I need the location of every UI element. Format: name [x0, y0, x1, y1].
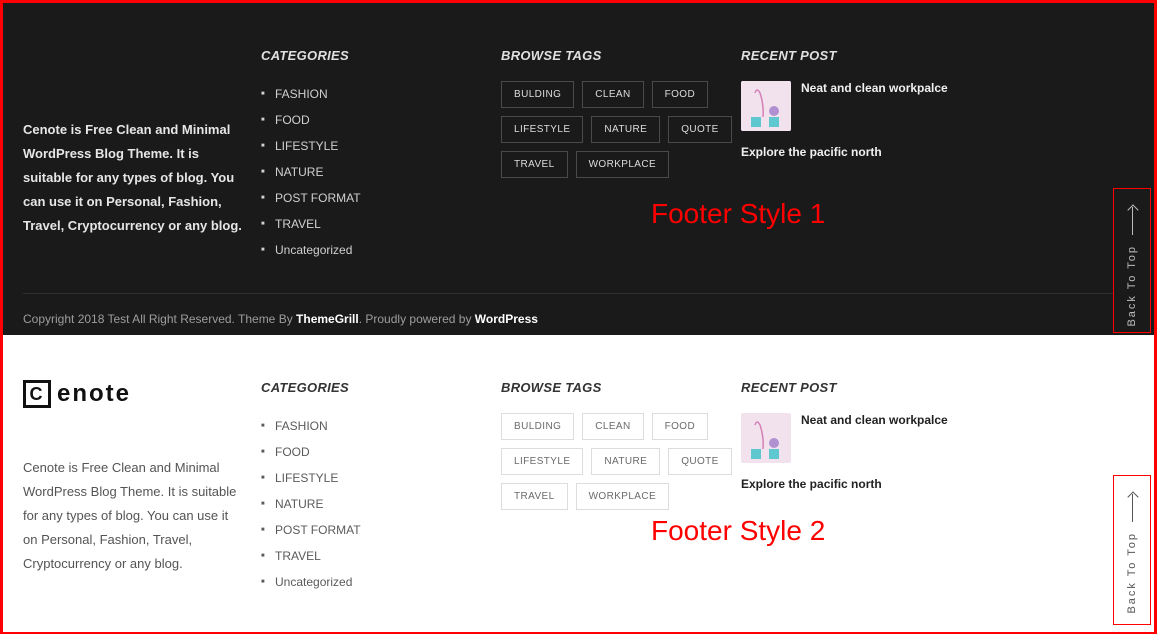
categories-list: FASHION FOOD LIFESTYLE NATURE POST FORMA… — [261, 413, 501, 595]
tag-item[interactable]: QUOTE — [668, 116, 732, 143]
footer-dark: Cenote is Free Clean and Minimal WordPre… — [3, 3, 1154, 335]
tags-heading: BROWSE TAGS — [501, 48, 741, 63]
annotation-label: Footer Style 2 — [651, 515, 825, 547]
copyright-part: Copyright 2018 Test All Right Reserved. … — [23, 312, 296, 326]
tag-cloud: BULDING CLEAN FOOD LIFESTYLE NATURE QUOT… — [501, 413, 741, 510]
back-to-top-button[interactable]: Back To Top — [1113, 475, 1151, 625]
recent-post-column: RECENT POST Neat and clean workpalce Exp… — [741, 380, 1016, 595]
tag-item[interactable]: FOOD — [652, 413, 709, 440]
category-item[interactable]: LIFESTYLE — [275, 465, 501, 491]
arrow-up-icon — [1132, 207, 1133, 235]
tag-item[interactable]: QUOTE — [668, 448, 732, 475]
category-item[interactable]: TRAVEL — [275, 211, 501, 237]
back-to-top-label: Back To Top — [1126, 532, 1138, 614]
categories-column: CATEGORIES FASHION FOOD LIFESTYLE NATURE… — [261, 380, 501, 595]
categories-column: CATEGORIES FASHION FOOD LIFESTYLE NATURE… — [261, 48, 501, 263]
tag-cloud: BULDING CLEAN FOOD LIFESTYLE NATURE QUOT… — [501, 81, 741, 178]
about-text: Cenote is Free Clean and Minimal WordPre… — [23, 456, 243, 576]
copyright-part: . Proudly powered by — [359, 312, 475, 326]
tag-item[interactable]: TRAVEL — [501, 483, 568, 510]
about-text: Cenote is Free Clean and Minimal WordPre… — [23, 118, 243, 238]
post-title: Neat and clean workpalce — [801, 81, 948, 95]
recent-post-heading: RECENT POST — [741, 48, 1016, 63]
about-column: Cenote Cenote is Free Clean and Minimal … — [23, 380, 261, 595]
copyright-link[interactable]: WordPress — [475, 312, 538, 326]
category-item[interactable]: FOOD — [275, 107, 501, 133]
back-to-top-label: Back To Top — [1126, 245, 1138, 327]
tag-item[interactable]: FOOD — [652, 81, 709, 108]
logo-text: enote — [57, 380, 131, 408]
tag-item[interactable]: CLEAN — [582, 81, 643, 108]
recent-post-column: RECENT POST Neat and clean workpalce Exp… — [741, 48, 1016, 263]
category-item[interactable]: FASHION — [275, 413, 501, 439]
category-item[interactable]: FASHION — [275, 81, 501, 107]
recent-post-item[interactable]: Neat and clean workpalce — [741, 413, 1016, 463]
site-logo[interactable]: Cenote — [23, 380, 243, 408]
category-item[interactable]: LIFESTYLE — [275, 133, 501, 159]
about-column: Cenote is Free Clean and Minimal WordPre… — [23, 48, 261, 263]
tag-item[interactable]: CLEAN — [582, 413, 643, 440]
category-item[interactable]: Uncategorized — [275, 569, 501, 595]
arrow-up-icon — [1132, 494, 1133, 522]
category-item[interactable]: Uncategorized — [275, 237, 501, 263]
category-item[interactable]: POST FORMAT — [275, 185, 501, 211]
tags-heading: BROWSE TAGS — [501, 380, 741, 395]
tag-item[interactable]: NATURE — [591, 448, 660, 475]
recent-post-item[interactable]: Explore the pacific north — [741, 477, 1016, 491]
annotation-label: Footer Style 1 — [651, 198, 825, 230]
tag-item[interactable]: WORKPLACE — [576, 151, 670, 178]
back-to-top-button[interactable]: Back To Top — [1113, 188, 1151, 333]
recent-post-heading: RECENT POST — [741, 380, 1016, 395]
tag-item[interactable]: WORKPLACE — [576, 483, 670, 510]
categories-heading: CATEGORIES — [261, 48, 501, 63]
post-thumbnail-icon — [741, 413, 791, 463]
tag-item[interactable]: BULDING — [501, 81, 574, 108]
category-item[interactable]: NATURE — [275, 159, 501, 185]
post-thumbnail-icon — [741, 81, 791, 131]
footer-light: Cenote Cenote is Free Clean and Minimal … — [3, 335, 1154, 632]
tags-column: BROWSE TAGS BULDING CLEAN FOOD LIFESTYLE… — [501, 380, 741, 595]
recent-post-item[interactable]: Explore the pacific north — [741, 145, 1016, 159]
tags-column: BROWSE TAGS BULDING CLEAN FOOD LIFESTYLE… — [501, 48, 741, 263]
tag-item[interactable]: TRAVEL — [501, 151, 568, 178]
recent-post-item[interactable]: Neat and clean workpalce — [741, 81, 1016, 131]
categories-list: FASHION FOOD LIFESTYLE NATURE POST FORMA… — [261, 81, 501, 263]
post-title: Neat and clean workpalce — [801, 413, 948, 427]
category-item[interactable]: POST FORMAT — [275, 517, 501, 543]
tag-item[interactable]: LIFESTYLE — [501, 448, 583, 475]
logo-icon: C — [23, 380, 51, 408]
tag-item[interactable]: NATURE — [591, 116, 660, 143]
category-item[interactable]: NATURE — [275, 491, 501, 517]
category-item[interactable]: FOOD — [275, 439, 501, 465]
copyright-link[interactable]: ThemeGrill — [296, 312, 359, 326]
tag-item[interactable]: LIFESTYLE — [501, 116, 583, 143]
category-item[interactable]: TRAVEL — [275, 543, 501, 569]
categories-heading: CATEGORIES — [261, 380, 501, 395]
tag-item[interactable]: BULDING — [501, 413, 574, 440]
